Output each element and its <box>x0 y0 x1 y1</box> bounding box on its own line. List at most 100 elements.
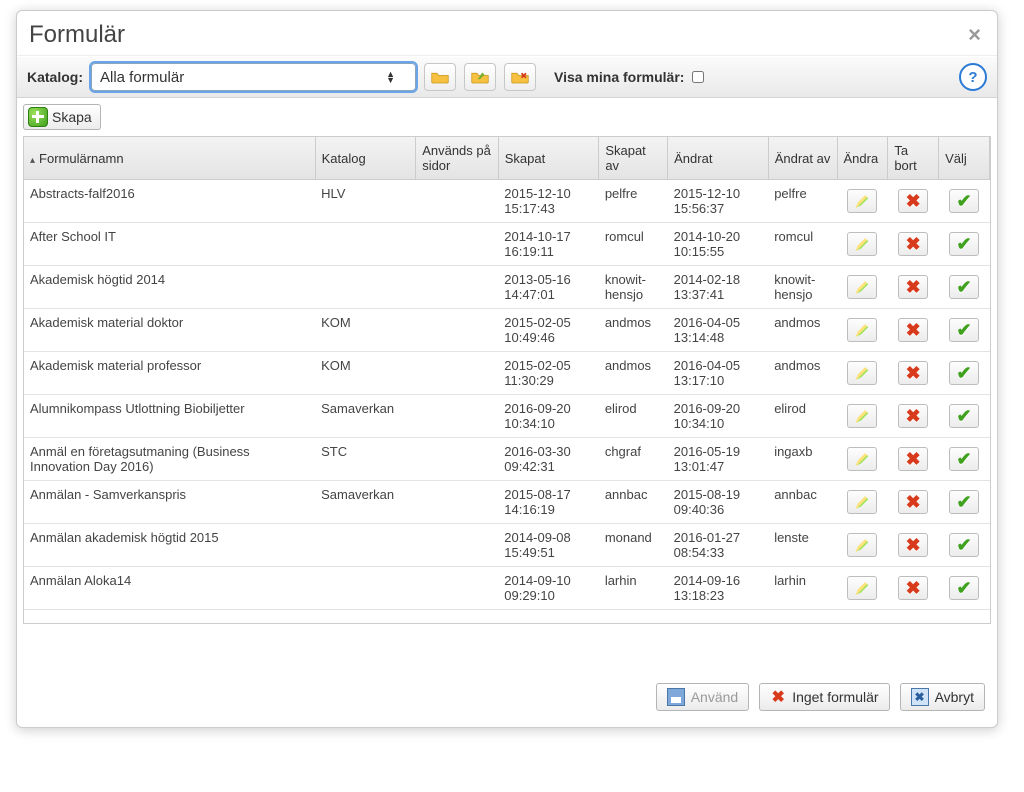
footer-bar: Använd ✖ Inget formulär ✖ Avbryt <box>656 683 985 711</box>
dialog-title: Formulär <box>29 21 125 49</box>
select-button[interactable]: ✔ <box>949 318 979 342</box>
table-row[interactable]: Akademisk material doktorKOM2015-02-05 1… <box>24 309 990 352</box>
table-row[interactable]: Akademisk högtid 20142013-05-16 14:47:01… <box>24 266 990 309</box>
catalog-select[interactable]: Alla formulär ▲▼ <box>91 63 416 91</box>
cell-name: Akademisk material doktor <box>24 309 315 352</box>
cell-modified: 2016-04-05 13:17:10 <box>668 352 769 395</box>
delete-button[interactable]: ✖ <box>898 189 928 213</box>
table-row[interactable]: After School IT2014-10-17 16:19:11romcul… <box>24 223 990 266</box>
cell-modified-by: knowit-hensjo <box>768 266 837 309</box>
delete-button[interactable]: ✖ <box>898 447 928 471</box>
col-modified[interactable]: Ändrat <box>668 137 769 180</box>
col-delete[interactable]: Ta bort <box>888 137 939 180</box>
cell-modified-by: romcul <box>768 223 837 266</box>
no-form-button[interactable]: ✖ Inget formulär <box>759 683 889 711</box>
delete-button[interactable]: ✖ <box>898 576 928 600</box>
col-name[interactable]: Formulärnamn <box>24 137 315 180</box>
help-button[interactable]: ? <box>959 63 987 91</box>
cell-catalog: KOM <box>315 352 416 395</box>
select-button[interactable]: ✔ <box>949 275 979 299</box>
edit-button[interactable] <box>847 490 877 514</box>
create-row: Skapa <box>17 98 997 132</box>
cell-created-by: romcul <box>599 223 668 266</box>
apply-button[interactable]: Använd <box>656 683 749 711</box>
cell-catalog <box>315 567 416 610</box>
cell-used <box>416 438 499 481</box>
select-button[interactable]: ✔ <box>949 576 979 600</box>
pencil-icon <box>855 194 869 208</box>
background-footer-tab: kast)▼ ≡ <box>0 770 122 792</box>
col-edit[interactable]: Ändra <box>837 137 888 180</box>
cell-created-by: elirod <box>599 395 668 438</box>
cell-modified-by: pelfre <box>768 180 837 223</box>
pencil-icon <box>855 581 869 595</box>
cell-used <box>416 180 499 223</box>
cell-used <box>416 524 499 567</box>
cell-name: Abstracts-falf2016 <box>24 180 315 223</box>
edit-button[interactable] <box>847 533 877 557</box>
delete-button[interactable]: ✖ <box>898 318 928 342</box>
select-button[interactable]: ✔ <box>949 404 979 428</box>
check-icon: ✔ <box>957 192 972 210</box>
cell-catalog: KOM <box>315 309 416 352</box>
cancel-button[interactable]: ✖ Avbryt <box>900 683 985 711</box>
delete-folder-button[interactable] <box>504 63 536 91</box>
edit-button[interactable] <box>847 189 877 213</box>
delete-button[interactable]: ✖ <box>898 533 928 557</box>
delete-button[interactable]: ✖ <box>898 232 928 256</box>
table-row[interactable]: Anmäl en företagsutmaning (Business Inno… <box>24 438 990 481</box>
delete-button[interactable]: ✖ <box>898 490 928 514</box>
table-row[interactable]: Abstracts-falf2016HLV2015-12-10 15:17:43… <box>24 180 990 223</box>
create-button[interactable]: Skapa <box>23 104 101 130</box>
delete-button[interactable]: ✖ <box>898 404 928 428</box>
edit-button[interactable] <box>847 447 877 471</box>
col-catalog[interactable]: Katalog <box>315 137 416 180</box>
table-row[interactable]: Anmälan Aloka142014-09-10 09:29:10larhin… <box>24 567 990 610</box>
cell-name: Anmälan Aloka14 <box>24 567 315 610</box>
pencil-icon <box>855 323 869 337</box>
cell-used <box>416 266 499 309</box>
cell-created-by: knowit-hensjo <box>599 266 668 309</box>
cell-modified-by: lenste <box>768 524 837 567</box>
table-row[interactable]: Anmälan akademisk högtid 20152014-09-08 … <box>24 524 990 567</box>
col-used[interactable]: Används på sidor <box>416 137 499 180</box>
catalog-label: Katalog: <box>27 69 83 85</box>
edit-button[interactable] <box>847 232 877 256</box>
cell-modified: 2016-05-19 13:01:47 <box>668 438 769 481</box>
edit-button[interactable] <box>847 576 877 600</box>
forms-dialog: Formulär × Katalog: Alla formulär ▲▼ Vis… <box>16 10 998 728</box>
cell-created-by: monand <box>599 524 668 567</box>
catalog-select-value: Alla formulär <box>100 69 184 86</box>
table-row[interactable]: Anmälan - SamverkansprisSamaverkan2015-0… <box>24 481 990 524</box>
col-modified-by[interactable]: Ändrat av <box>768 137 837 180</box>
edit-folder-button[interactable] <box>464 63 496 91</box>
cell-used <box>416 567 499 610</box>
edit-button[interactable] <box>847 275 877 299</box>
delete-button[interactable]: ✖ <box>898 275 928 299</box>
show-mine-checkbox[interactable] <box>692 71 704 83</box>
edit-button[interactable] <box>847 361 877 385</box>
edit-button[interactable] <box>847 404 877 428</box>
select-button[interactable]: ✔ <box>949 447 979 471</box>
edit-button[interactable] <box>847 318 877 342</box>
select-button[interactable]: ✔ <box>949 189 979 213</box>
col-created[interactable]: Skapat <box>498 137 599 180</box>
col-created-by[interactable]: Skapat av <box>599 137 668 180</box>
select-button[interactable]: ✔ <box>949 232 979 256</box>
table-row[interactable]: Akademisk material professorKOM2015-02-0… <box>24 352 990 395</box>
col-select[interactable]: Välj <box>939 137 990 180</box>
cell-created-by: annbac <box>599 481 668 524</box>
close-icon[interactable]: × <box>968 22 981 48</box>
table-row[interactable]: Alumnikompass Utlottning BiobiljetterSam… <box>24 395 990 438</box>
new-folder-button[interactable] <box>424 63 456 91</box>
delete-button[interactable]: ✖ <box>898 361 928 385</box>
pencil-icon <box>855 495 869 509</box>
select-button[interactable]: ✔ <box>949 533 979 557</box>
x-icon: ✖ <box>906 278 921 296</box>
select-button[interactable]: ✔ <box>949 490 979 514</box>
x-icon: ✖ <box>906 493 921 511</box>
check-icon: ✔ <box>957 407 972 425</box>
x-icon: ✖ <box>906 321 921 339</box>
select-button[interactable]: ✔ <box>949 361 979 385</box>
caret-down-icon: ▼ <box>44 777 52 786</box>
